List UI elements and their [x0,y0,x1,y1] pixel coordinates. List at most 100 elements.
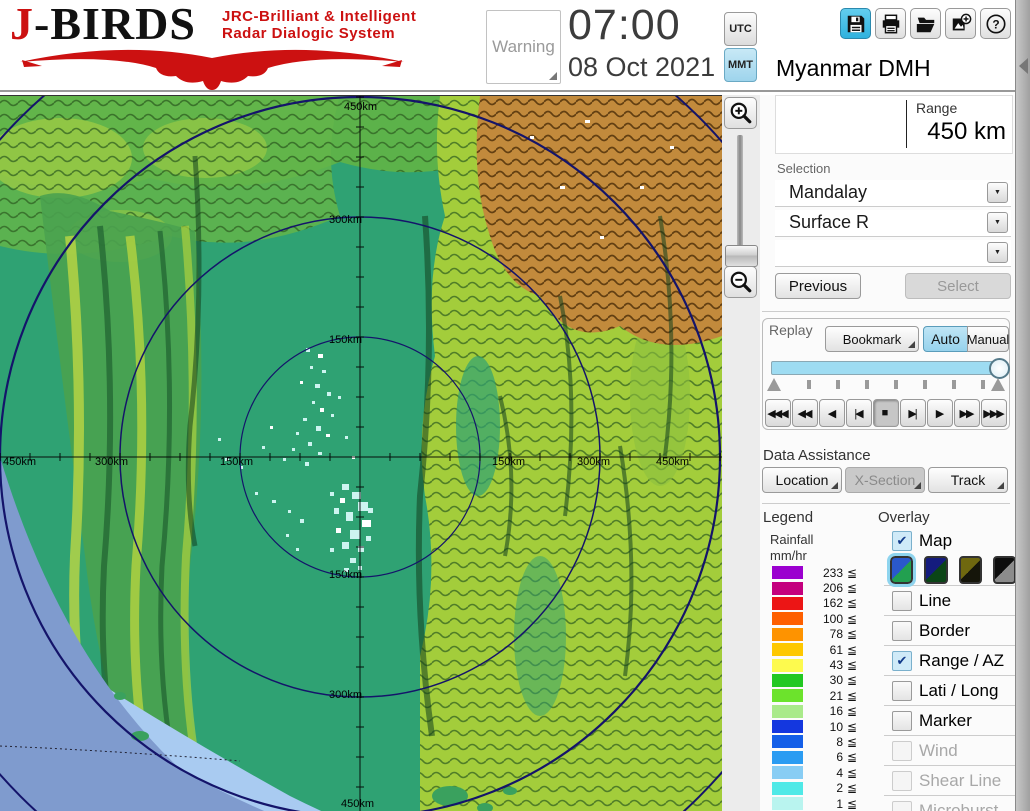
overlay-item-border[interactable]: Border [884,615,1016,645]
rain-echo [272,500,276,503]
rain-echo [283,458,286,461]
unchecked-checkbox-icon[interactable] [892,710,912,731]
jump-start-button[interactable]: ◀◀◀ [765,399,791,427]
legend-value: 2 [836,781,843,796]
select-button[interactable]: Select [905,273,1011,299]
save-button[interactable] [840,8,871,39]
chevron-down-icon[interactable]: ▼ [987,212,1008,233]
map-style-1[interactable] [886,553,917,587]
range-ring-label: 450km [3,456,36,468]
overlay-item-label: Range / AZ [919,650,1005,670]
chevron-down-icon[interactable]: ▼ [987,242,1008,263]
lte-symbol: ≦ [847,658,858,673]
chevron-down-icon[interactable]: ▼ [987,182,1008,203]
unchecked-checkbox-icon[interactable] [892,620,912,641]
open-folder-button[interactable] [910,8,941,39]
legend-value: 61 [829,642,843,657]
clock-time: 07:00 [568,1,681,49]
legend-row: 4 ≦ [772,765,880,780]
overlay-item-line[interactable]: Line [884,585,1016,615]
data-assistance-label: Data Assistance [763,447,871,464]
zoom-out-button[interactable] [724,266,757,298]
rain-echo [320,408,324,412]
legend-color-swatch [772,673,803,687]
product-dropdown[interactable]: Surface R ▼ [775,210,1011,237]
separator [762,503,1010,504]
option-dropdown[interactable]: ▼ [775,240,1011,267]
utc-button[interactable]: UTC [724,12,757,46]
rain-echo [338,396,341,399]
location-button[interactable]: Location [762,467,842,493]
rain-echo [326,434,330,437]
station-dropdown[interactable]: Mandalay ▼ [775,180,1011,207]
playback-controls: ◀◀◀ ◀◀ ◀ |◀ ■ ▶| ▶ ▶▶ ▶▶▶ [765,399,1007,427]
print-button[interactable] [875,8,906,39]
legend-row: 43 ≦ [772,657,880,672]
overlay-item-map[interactable]: ✔ Map [884,527,1016,555]
step-back-button[interactable]: |◀ [846,399,872,427]
zoom-in-button[interactable] [724,97,757,129]
replay-slider-handle[interactable] [989,358,1010,379]
manual-mode-button[interactable]: Manual [967,326,1009,352]
svg-text:?: ? [992,17,999,31]
jump-end-button[interactable]: ▶▶▶ [981,399,1007,427]
rain-echo [305,462,309,466]
lte-symbol: ≦ [847,765,858,780]
rain-echo [330,492,334,496]
zoom-slider-track[interactable] [737,135,743,250]
fast-rewind-button[interactable]: ◀◀ [792,399,818,427]
rain-echo [330,548,334,552]
checked-checkbox-icon[interactable]: ✔ [892,531,912,551]
legend-color-swatch [772,566,803,580]
zoom-slider-handle[interactable] [725,245,758,267]
play-reverse-button[interactable]: ◀ [819,399,845,427]
checked-checkbox-icon[interactable]: ✔ [892,650,912,671]
rain-echo [296,548,299,551]
lte-symbol: ≦ [847,611,858,626]
replay-timeline-slider[interactable] [771,358,1010,379]
map-style-2[interactable] [924,556,948,584]
legend-value: 43 [829,658,843,673]
step-forward-button[interactable]: ▶| [900,399,926,427]
eagle-icon [20,49,404,90]
track-button[interactable]: Track [928,467,1008,493]
auto-mode-button[interactable]: Auto [923,326,968,352]
rain-echo [318,354,323,358]
map-style-4[interactable] [992,556,1016,584]
legend-row: 30 ≦ [772,673,880,688]
unchecked-checkbox-icon [892,770,912,791]
logo-title-j: J [10,0,34,49]
lte-symbol: ≦ [847,581,858,596]
warning-button[interactable]: Warning [486,10,561,84]
overlay-item-microburst: Microburst [884,795,1016,811]
range-ring-label: 300km [577,456,610,468]
collapse-panel-arrow[interactable] [1019,58,1028,74]
play-button[interactable]: ▶ [927,399,953,427]
radar-map[interactable]: 450km 300km 150km 150km 300km 450km 450km 300km… [0,0,841,811]
map-style-3[interactable] [958,556,982,584]
bookmark-button[interactable]: Bookmark [825,326,919,352]
legend-row: 8 ≦ [772,734,880,749]
x-section-button[interactable]: X-Section [845,467,925,493]
help-button[interactable]: ? [980,8,1011,39]
legend-value: 78 [829,627,843,642]
save-icon [847,15,864,32]
mmt-button[interactable]: MMT [724,48,757,82]
overlay-item-lati-long[interactable]: Lati / Long [884,675,1016,705]
unchecked-checkbox-icon[interactable] [892,680,912,701]
overlay-item-marker[interactable]: Marker [884,705,1016,735]
slider-tick [952,380,956,389]
overlay-item-range-az[interactable]: ✔ Range / AZ [884,645,1016,675]
legend-unit-line1: Rainfall [770,532,814,547]
slider-end-marker[interactable] [991,378,1005,391]
previous-button[interactable]: Previous [775,273,861,299]
slider-start-marker[interactable] [767,378,781,391]
legend-value: 30 [829,673,843,688]
add-image-button[interactable] [945,8,976,39]
legend-value: 100 [822,611,843,626]
overlay-item-wind: Wind [884,735,1016,765]
fast-forward-button[interactable]: ▶▶ [954,399,980,427]
unchecked-checkbox-icon[interactable] [892,590,912,611]
stop-button[interactable]: ■ [873,399,899,427]
range-ring-label: 150km [492,456,525,468]
